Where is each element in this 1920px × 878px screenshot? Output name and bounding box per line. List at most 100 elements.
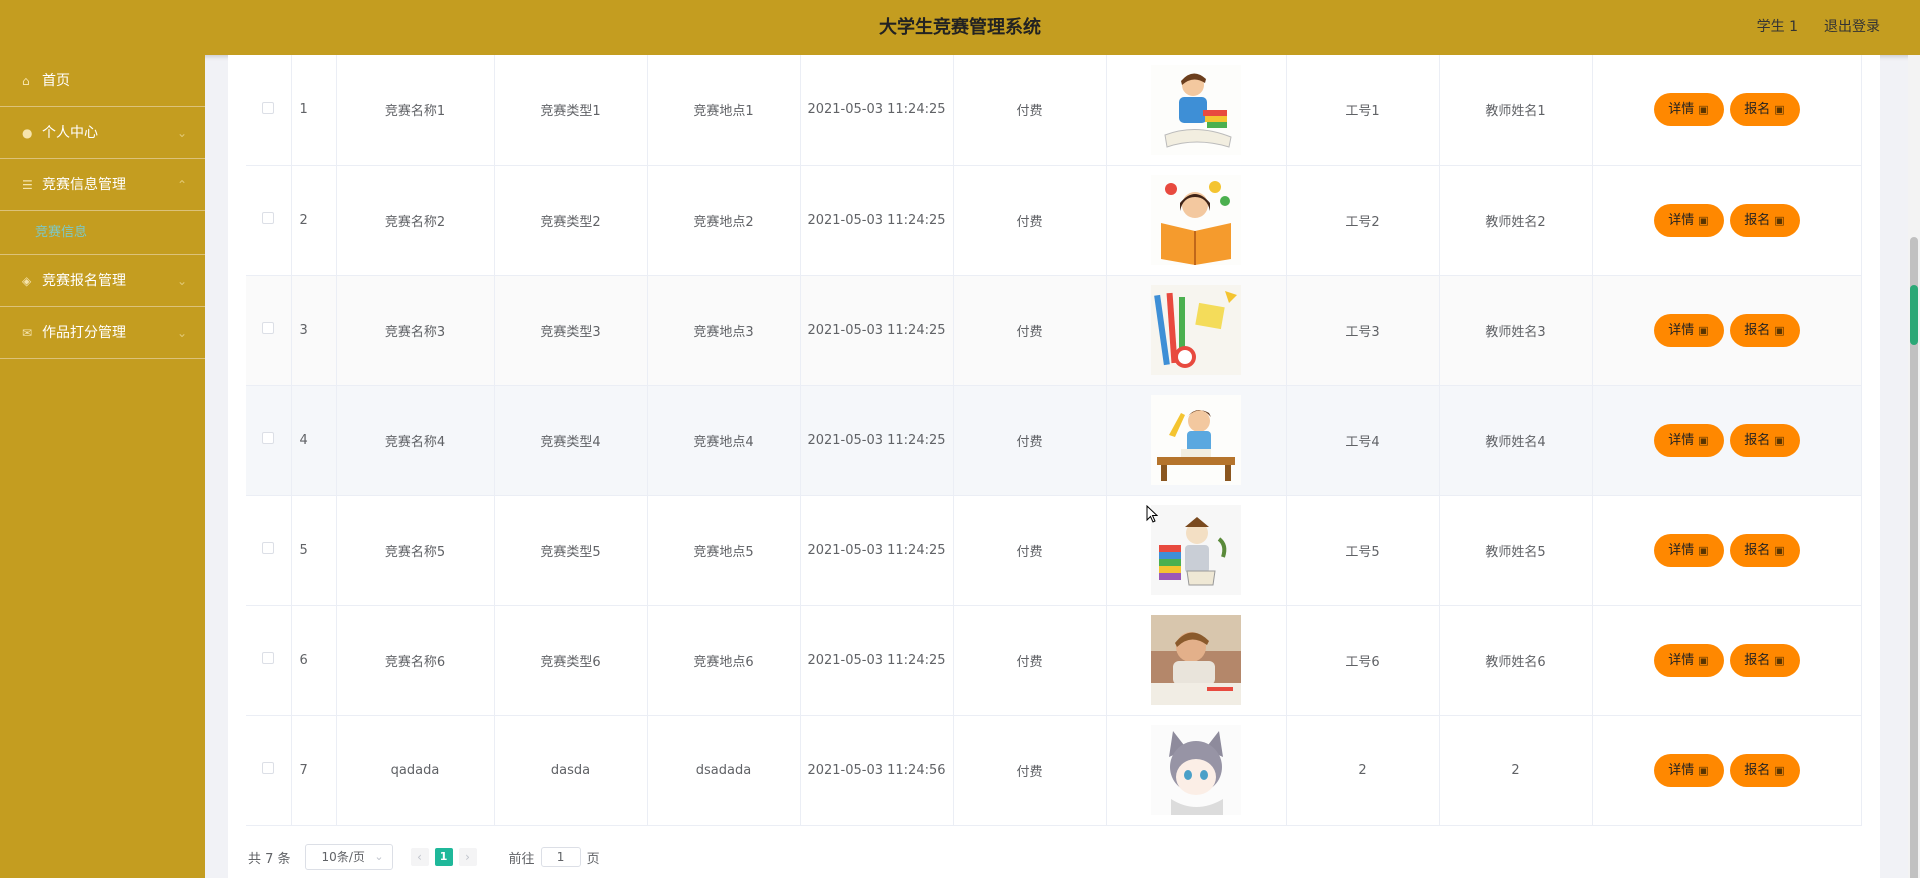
competition-table: 1 竞赛名称1 竞赛类型1 竞赛地点1 2021-05-03 11:24:25 付费 工号1… — [246, 55, 1862, 826]
row-index: 5 — [291, 495, 337, 606]
row-actions: 详情 ▣ 报名 ▣ — [1592, 605, 1862, 716]
signup-button[interactable]: 报名 ▣ — [1729, 93, 1800, 127]
row-checkbox-cell — [246, 165, 292, 276]
detail-button[interactable]: 详情 ▣ — [1653, 533, 1724, 567]
goto-label: 前往 — [508, 851, 535, 867]
sidebar-item-label: 首页 — [42, 73, 70, 89]
anime-catboy-illustration[interactable] — [1151, 725, 1241, 815]
sidebar-item-profile[interactable]: ● 个人中心 ⌄ — [0, 107, 205, 159]
competition-location: 竞赛地点3 — [647, 275, 801, 386]
competition-time: 2021-05-03 11:24:25 — [800, 165, 954, 276]
detail-button[interactable]: 详情 ▣ — [1653, 643, 1724, 677]
competition-name: 竞赛名称2 — [336, 165, 495, 276]
scrollbar[interactable] — [1908, 55, 1920, 878]
page-number-current[interactable]: 1 — [434, 848, 453, 866]
row-actions: 详情 ▣ 报名 ▣ — [1592, 275, 1862, 386]
sidebar-item-label: 竞赛信息管理 — [42, 177, 126, 193]
top-header: 大学生竞赛管理系统 学生 1 退出登录 — [0, 0, 1920, 55]
competition-location: dsadada — [647, 715, 801, 826]
row-actions: 详情 ▣ 报名 ▣ — [1592, 495, 1862, 606]
document-icon: ▣ — [1698, 433, 1709, 447]
row-checkbox[interactable] — [262, 101, 275, 114]
competition-image-cell — [1106, 495, 1287, 606]
signup-icon: ◈ — [22, 274, 32, 288]
signup-button[interactable]: 报名 ▣ — [1729, 203, 1800, 237]
teacher-name: 教师姓名3 — [1439, 275, 1593, 386]
logout-link[interactable]: 退出登录 — [1824, 0, 1880, 55]
row-checkbox[interactable] — [262, 542, 275, 554]
teacher-name: 教师姓名4 — [1439, 385, 1593, 496]
sidebar-item-home[interactable]: ⌂ 首页 — [0, 55, 205, 107]
scrollbar-marker — [1910, 285, 1918, 345]
document-icon: ▣ — [1774, 763, 1785, 777]
detail-button-label: 详情 — [1668, 212, 1695, 228]
detail-button[interactable]: 详情 ▣ — [1653, 753, 1724, 787]
detail-button[interactable]: 详情 ▣ — [1653, 313, 1724, 347]
pagination: 共 7 条 10条/页 ⌄ ‹ 1 › 前往 1 页 — [248, 842, 600, 872]
prev-page-button[interactable]: ‹ — [410, 848, 429, 866]
competition-name: 竞赛名称1 — [336, 55, 495, 166]
child-studying-photo[interactable] — [1151, 615, 1241, 705]
competition-time: 2021-05-03 11:24:56 — [800, 715, 954, 826]
signup-button[interactable]: 报名 ▣ — [1729, 753, 1800, 787]
document-icon: ▣ — [1698, 323, 1709, 337]
table-row: 7 qadada dasda dsadada 2021-05-03 11:24:56 付费… — [246, 715, 1862, 826]
teacher-name: 2 — [1439, 715, 1593, 826]
detail-button[interactable]: 详情 ▣ — [1653, 203, 1724, 237]
table-row: 2 竞赛名称2 竞赛类型2 竞赛地点2 2021-05-03 11:24:25 付费 工号2… — [246, 165, 1862, 276]
row-checkbox-cell — [246, 385, 292, 496]
teacher-job-no: 工号4 — [1286, 385, 1440, 496]
row-checkbox[interactable] — [262, 762, 275, 774]
competition-type: 竞赛类型5 — [494, 495, 648, 606]
row-checkbox[interactable] — [262, 652, 275, 664]
page-suffix: 页 — [586, 851, 600, 867]
user-icon: ● — [22, 126, 33, 140]
boy-reading-illustration[interactable] — [1151, 64, 1241, 155]
competition-type: 竞赛类型3 — [494, 275, 648, 386]
competition-fee: 付费 — [953, 385, 1107, 496]
goto-page-input[interactable]: 1 — [540, 847, 581, 867]
school-supplies-illustration[interactable] — [1151, 285, 1241, 375]
competition-image-cell — [1106, 715, 1287, 826]
mouse-cursor-icon — [1146, 505, 1158, 523]
page-size-select[interactable]: 10条/页 ⌄ — [304, 844, 393, 870]
row-checkbox[interactable] — [262, 322, 275, 334]
sidebar-subitem-competition-info[interactable]: 竞赛信息 — [0, 211, 205, 255]
detail-button[interactable]: 详情 ▣ — [1653, 423, 1724, 457]
document-icon: ▣ — [1698, 213, 1709, 227]
document-icon: ▣ — [1698, 653, 1709, 667]
detail-button-label: 详情 — [1668, 432, 1695, 448]
signup-button[interactable]: 报名 ▣ — [1729, 643, 1800, 677]
teacher-name: 教师姓名1 — [1439, 55, 1593, 166]
student-desk-illustration[interactable] — [1151, 395, 1241, 485]
scholar-books-illustration[interactable] — [1151, 505, 1241, 595]
signup-button-label: 报名 — [1744, 322, 1771, 338]
table-row: 1 竞赛名称1 竞赛类型1 竞赛地点1 2021-05-03 11:24:25 付费 工号1… — [246, 55, 1862, 166]
document-icon: ▣ — [1698, 103, 1709, 117]
next-page-button[interactable]: › — [458, 848, 477, 866]
competition-type: 竞赛类型1 — [494, 55, 648, 166]
teacher-job-no: 工号6 — [1286, 605, 1440, 716]
sidebar-item-label: 竞赛报名管理 — [42, 273, 126, 289]
sidebar-item-label: 作品打分管理 — [42, 325, 126, 341]
competition-location: 竞赛地点6 — [647, 605, 801, 716]
home-icon: ⌂ — [22, 74, 30, 88]
signup-button-label: 报名 — [1744, 212, 1771, 228]
row-checkbox[interactable] — [262, 432, 275, 444]
girl-book-illustration[interactable] — [1151, 175, 1241, 265]
document-icon: ▣ — [1698, 543, 1709, 557]
teacher-job-no: 工号3 — [1286, 275, 1440, 386]
signup-button-label: 报名 — [1744, 762, 1771, 778]
teacher-job-no: 工号2 — [1286, 165, 1440, 276]
row-checkbox-cell — [246, 275, 292, 386]
signup-button[interactable]: 报名 ▣ — [1729, 423, 1800, 457]
detail-button[interactable]: 详情 ▣ — [1653, 93, 1724, 127]
current-user[interactable]: 学生 1 — [1757, 0, 1798, 55]
sidebar-item-scoring[interactable]: ✉ 作品打分管理 ⌄ — [0, 307, 205, 359]
sidebar-item-signup[interactable]: ◈ 竞赛报名管理 ⌄ — [0, 255, 205, 307]
sidebar-item-competition-info[interactable]: ☰ 竞赛信息管理 ⌃ — [0, 159, 205, 211]
signup-button[interactable]: 报名 ▣ — [1729, 313, 1800, 347]
signup-button[interactable]: 报名 ▣ — [1729, 533, 1800, 567]
row-checkbox[interactable] — [262, 212, 275, 224]
signup-button-label: 报名 — [1744, 542, 1771, 558]
